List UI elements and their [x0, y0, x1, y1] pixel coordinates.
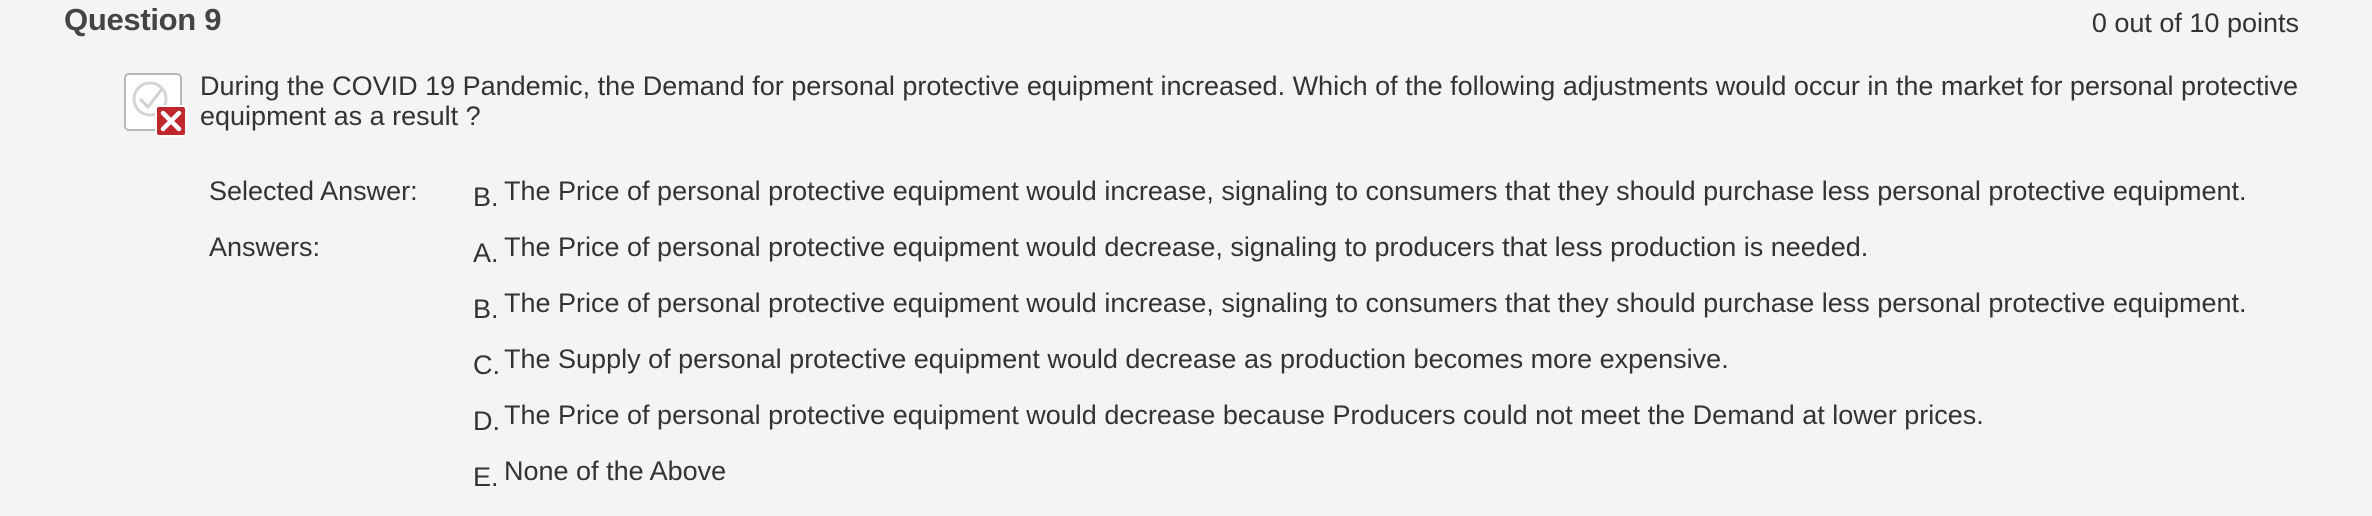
answer-text: The Price of personal protective equipme… — [504, 400, 1984, 430]
selected-answer-row: Selected Answer: B. The Price of persona… — [0, 176, 2372, 216]
answer-letter: B. — [473, 294, 499, 324]
answer-row-e: E. None of the Above — [0, 456, 2372, 496]
answer-row-c: C. The Supply of personal protective equ… — [0, 344, 2372, 384]
answer-letter: A. — [473, 238, 499, 268]
incorrect-icon — [123, 72, 189, 138]
answer-row-a: Answers: A. The Price of personal protec… — [0, 232, 2372, 272]
answers-label: Answers: — [209, 232, 321, 262]
selected-answer-label: Selected Answer: — [209, 176, 418, 206]
answer-row-b: B. The Price of personal protective equi… — [0, 288, 2372, 328]
question-points: 0 out of 10 points — [2091, 8, 2299, 38]
answer-text: The Price of personal protective equipme… — [504, 232, 1869, 262]
question-text: During the COVID 19 Pandemic, the Demand… — [200, 71, 2299, 131]
question-title: Question 9 — [64, 2, 222, 37]
question-panel: Question 9 0 out of 10 points During the… — [0, 0, 2372, 516]
answer-letter: E. — [473, 462, 499, 492]
selected-answer-text: The Price of personal protective equipme… — [504, 176, 2247, 206]
answer-letter: D. — [473, 406, 500, 436]
answer-letter: C. — [473, 350, 500, 380]
answer-text: None of the Above — [504, 456, 727, 486]
selected-answer-letter: B. — [473, 182, 499, 212]
answer-row-d: D. The Price of personal protective equi… — [0, 400, 2372, 440]
answer-text: The Supply of personal protective equipm… — [504, 344, 1729, 374]
answer-text: The Price of personal protective equipme… — [504, 288, 2247, 318]
